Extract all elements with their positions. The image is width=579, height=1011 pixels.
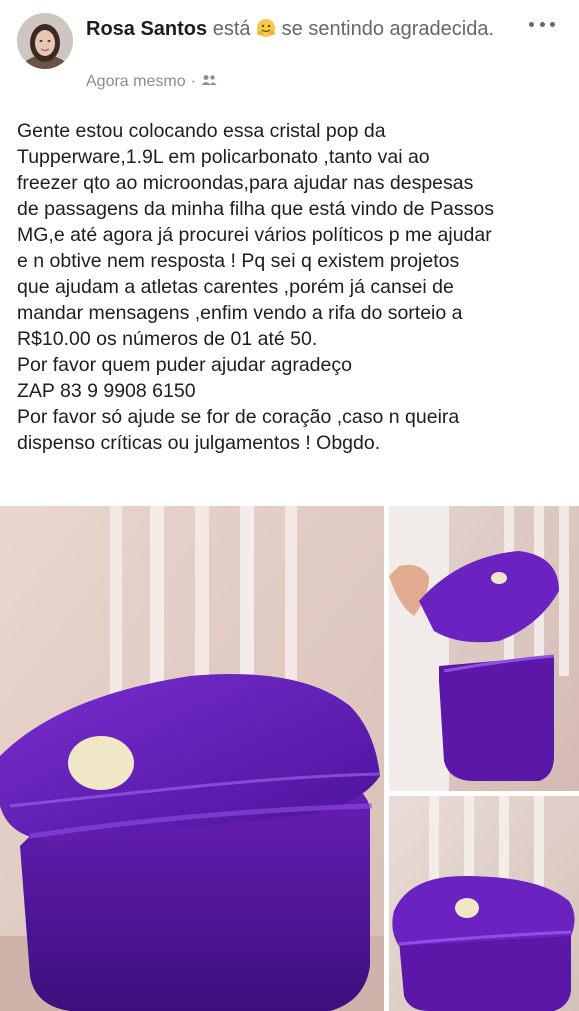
post-title-line: Rosa Santos está se sentindo agradecida.	[86, 16, 506, 42]
more-options-icon[interactable]	[529, 17, 555, 31]
facebook-post: Rosa Santos está se sentindo agradecida.…	[0, 0, 579, 1011]
body-line: de passagens da minha filha que está vin…	[17, 198, 494, 220]
body-line: Gente estou colocando essa cristal pop d…	[17, 120, 386, 142]
author-name[interactable]: Rosa Santos	[86, 18, 207, 40]
body-line: R$10.00 os números de 01 até 50.	[17, 328, 318, 350]
meta-separator: ·	[190, 73, 196, 90]
activity-prefix: está	[212, 18, 251, 40]
author-avatar[interactable]	[17, 13, 73, 69]
body-line: Por favor só ajude se for de coração ,ca…	[17, 406, 460, 428]
body-line: MG,e até agora já procurei vários políti…	[17, 224, 492, 246]
body-line: ZAP 83 9 9908 6150	[17, 380, 196, 402]
feeling-text[interactable]: se sentindo agradecida.	[282, 18, 494, 40]
product-photo-main[interactable]	[0, 506, 384, 1011]
body-line: Por favor quem puder ajudar agradeço	[17, 354, 352, 376]
body-line: mandar mensagens ,enfim vendo a rifa do …	[17, 302, 463, 324]
post-header: Rosa Santos está se sentindo agradecida.…	[0, 0, 579, 100]
body-line: que ajudam a atletas carentes ,porém já …	[17, 276, 454, 298]
body-line: e n obtive nem resposta ! Pq sei q exist…	[17, 250, 460, 272]
product-photo-closed[interactable]	[389, 796, 579, 1011]
product-photo-open[interactable]	[389, 506, 579, 791]
post-meta: Agora mesmo ·	[86, 73, 217, 91]
post-timestamp[interactable]: Agora mesmo	[86, 73, 186, 91]
friends-icon[interactable]	[201, 73, 217, 91]
body-line: Tupperware,1.9L em policarbonato ,tanto …	[17, 146, 430, 168]
post-body: Gente estou colocando essa cristal pop d…	[17, 118, 567, 456]
hugging-face-emoji-icon	[256, 18, 276, 38]
body-line: freezer qto ao microondas,para ajudar na…	[17, 172, 474, 194]
body-line: dispenso críticas ou julgamentos ! Obgdo…	[17, 432, 381, 454]
